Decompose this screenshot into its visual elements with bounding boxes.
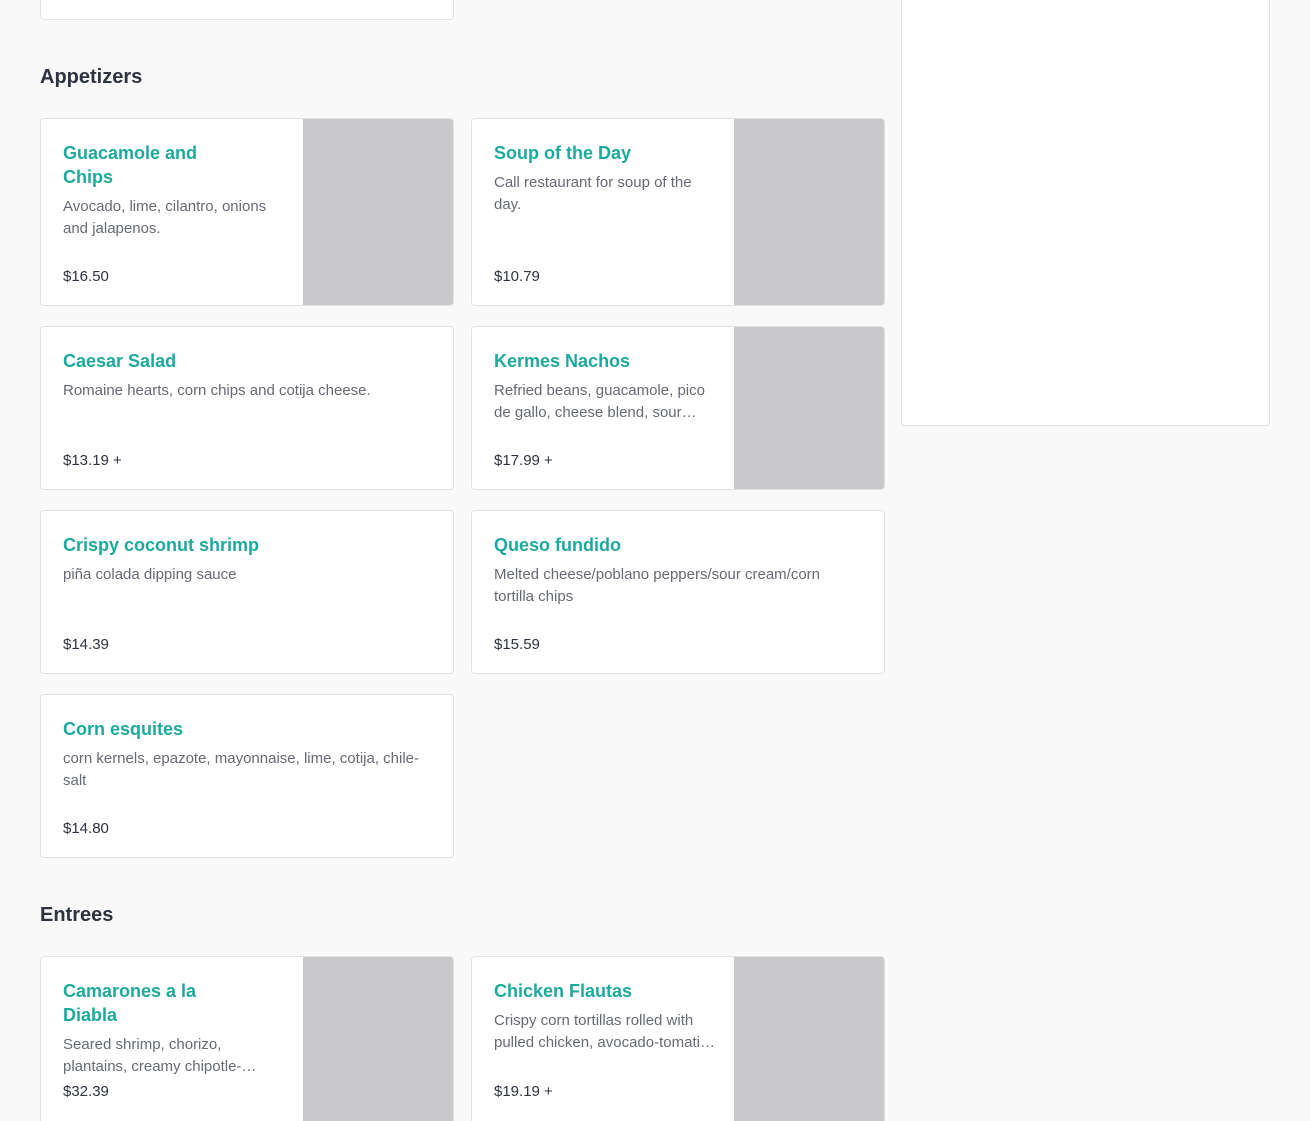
- menu-item-description: piña colada dipping sauce: [63, 566, 237, 583]
- menu-item-name: Guacamole and Chips: [63, 143, 198, 187]
- menu-item-name: Queso fundido: [494, 535, 621, 555]
- menu-item-image: [734, 119, 884, 305]
- menu-item-description: Melted cheese/poblano peppers/sour cream…: [494, 566, 821, 605]
- menu-item-name: Corn esquites: [63, 719, 184, 739]
- menu-item-description: corn kernels, epazote, mayonnaise, lime,…: [63, 750, 420, 789]
- menu-item-name: Soup of the Day: [494, 143, 632, 163]
- menu-item-card-partial[interactable]: [40, 0, 454, 20]
- menu-item-price: $32.39: [63, 1083, 109, 1100]
- menu-item-description: Refried beans, guacamole, pico de gallo,…: [494, 382, 705, 421]
- menu-item-card[interactable]: Corn esquites corn kernels, epazote, may…: [40, 694, 454, 858]
- menu-item-price: $15.59: [494, 636, 540, 653]
- menu-item-name: Crispy coconut shrimp: [63, 535, 260, 555]
- menu-item-description: Seared shrimp, chorizo, plantains, cream…: [63, 1036, 242, 1075]
- menu-item-price: $16.50: [63, 268, 109, 285]
- menu-item-card[interactable]: Caesar Salad Romaine hearts, corn chips …: [40, 326, 454, 490]
- menu-item-name: Kermes Nachos: [494, 351, 631, 371]
- menu-item-description: Call restaurant for soup of the day.: [494, 174, 692, 213]
- menu-item-card[interactable]: Crispy coconut shrimp piña colada dippin…: [40, 510, 454, 674]
- menu-item-price: $10.79: [494, 268, 540, 285]
- menu-item-description: Crispy corn tortillas rolled with pulled…: [494, 1012, 715, 1051]
- menu-item-price: $13.19 +: [63, 452, 122, 469]
- section-title-entrees: Entrees: [40, 904, 114, 926]
- menu-item-name: Camarones a la Diabla: [63, 981, 197, 1025]
- menu-item-price: $17.99 +: [494, 452, 553, 469]
- menu-item-card[interactable]: Queso fundido Melted cheese/poblano pepp…: [471, 510, 885, 674]
- menu-item-price: $14.80: [63, 820, 109, 837]
- menu-item-price: $19.19 +: [494, 1083, 553, 1100]
- menu-page: Appetizers Guacamole and Chips Avocado, …: [0, 0, 1310, 1121]
- menu-item-image: [303, 957, 453, 1121]
- menu-item-name: Chicken Flautas: [494, 981, 633, 1001]
- menu-item-card[interactable]: Camarones a la Diabla Seared shrimp, cho…: [40, 956, 454, 1121]
- menu-item-card[interactable]: Soup of the Day Call restaurant for soup…: [471, 118, 885, 306]
- menu-item-card[interactable]: Chicken Flautas Crispy corn tortillas ro…: [471, 956, 885, 1121]
- menu-item-image: [734, 957, 884, 1121]
- menu-item-description: Romaine hearts, corn chips and cotija ch…: [63, 382, 371, 399]
- menu-item-name: Caesar Salad: [63, 351, 177, 371]
- menu-item-image: [734, 327, 884, 489]
- section-title-appetizers: Appetizers: [40, 66, 143, 88]
- menu-item-description: Avocado, lime, cilantro, onions and jala…: [63, 198, 267, 237]
- menu-item-image: [303, 119, 453, 305]
- order-side-panel: [901, 0, 1270, 426]
- menu-item-card[interactable]: Guacamole and Chips Avocado, lime, cilan…: [40, 118, 454, 306]
- menu-item-price: $14.39: [63, 636, 109, 653]
- menu-item-card[interactable]: Kermes Nachos Refried beans, guacamole, …: [471, 326, 885, 490]
